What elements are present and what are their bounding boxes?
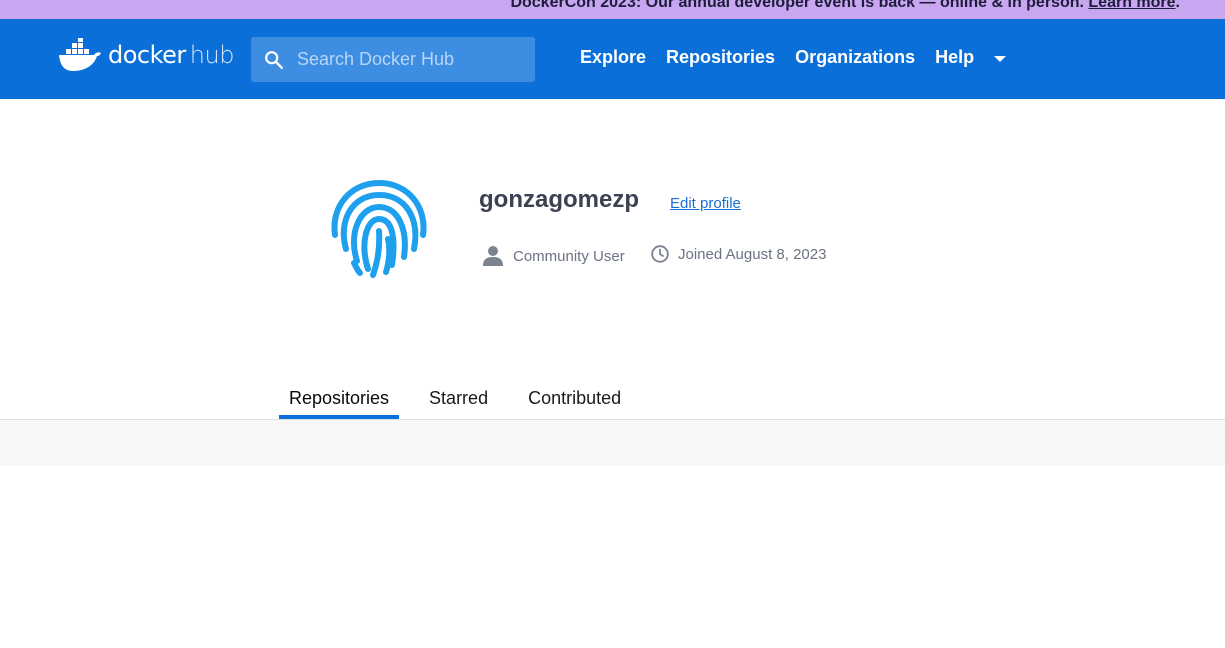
tab-repositories[interactable]: Repositories [279,378,400,419]
tab-starred[interactable]: Starred [419,378,498,419]
learn-more-link[interactable]: Learn more [1088,0,1175,11]
nav-organizations[interactable]: Organizations [795,47,915,68]
top-navigation: docker hub Explore Repositories Organiza… [0,19,1225,99]
nav-repositories[interactable]: Repositories [666,47,775,68]
tab-content-area [0,420,1225,466]
tab-contributed[interactable]: Contributed [518,378,631,419]
search-box[interactable] [251,37,535,82]
edit-profile-link[interactable]: Edit profile [670,195,741,212]
nav-help[interactable]: Help [935,47,974,68]
logo-hub-text: hub [189,41,235,69]
profile-username: gonzagomezp [479,186,639,213]
logo-docker-text: docker [108,41,186,69]
join-date-label: Joined August 8, 2023 [678,245,827,263]
banner-message: DockerCon 2023: Our annual developer eve… [510,0,1084,11]
main-nav: Explore Repositories Organizations Help [580,47,1007,68]
banner-trailing: . [1175,0,1180,11]
docker-whale-icon [59,38,101,71]
join-date: Joined August 8, 2023 [651,245,826,263]
nav-explore[interactable]: Explore [580,47,646,68]
user-type-label: Community User [513,247,625,265]
search-icon [265,50,283,69]
user-type: Community User [482,245,625,267]
fingerprint-icon [331,179,427,278]
clock-icon [651,245,669,263]
announcement-banner: DockerCon 2023: Our annual developer eve… [0,0,1225,19]
search-input[interactable] [297,49,527,70]
user-icon [483,246,503,266]
docker-hub-logo[interactable]: docker hub [58,38,234,72]
chevron-down-icon[interactable] [994,55,1007,62]
profile-tabs: Repositories Starred Contributed [279,378,651,419]
banner-text: DockerCon 2023: Our annual developer eve… [510,0,1180,12]
